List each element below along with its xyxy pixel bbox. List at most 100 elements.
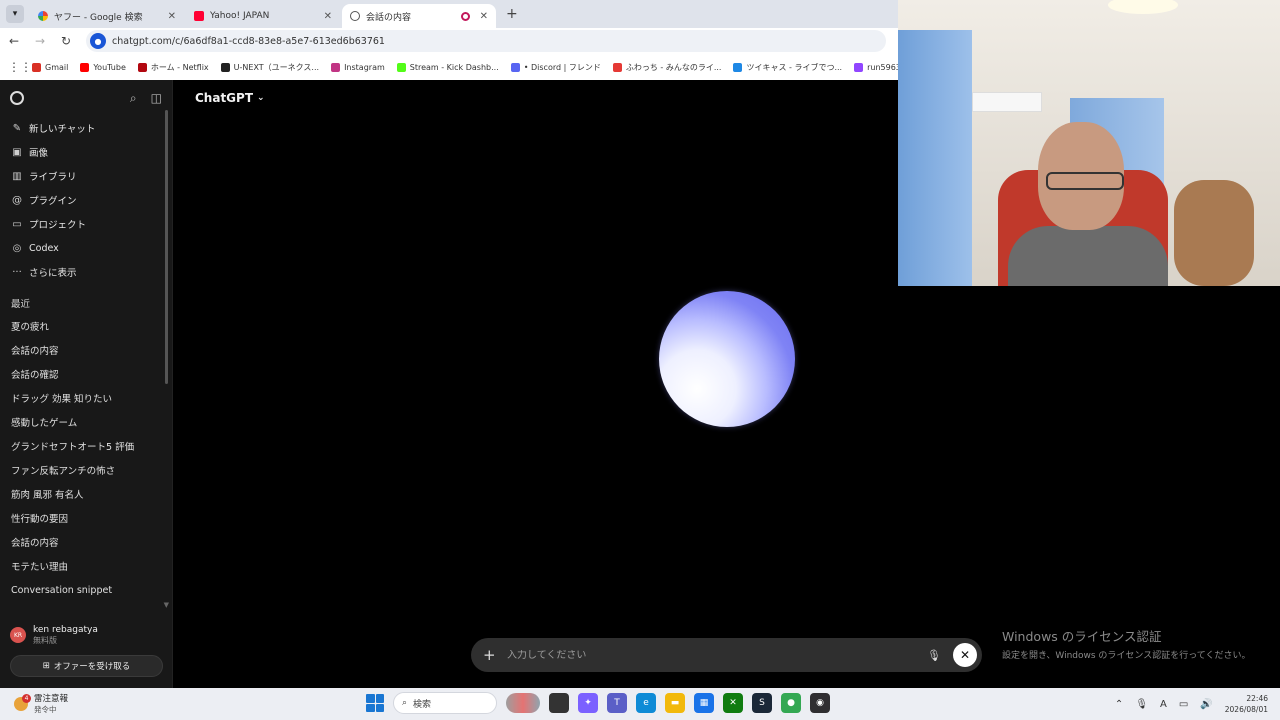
input-mode-indicator[interactable]: A bbox=[1160, 699, 1167, 710]
weather-widget[interactable]: 4 雷注意報 発令中 bbox=[14, 692, 68, 715]
reload-icon[interactable]: ↻ bbox=[60, 34, 72, 48]
explorer-icon[interactable]: ▬ bbox=[665, 693, 685, 713]
nav-icon: ✎ bbox=[12, 122, 22, 134]
chat-history-item[interactable]: 会話の確認 bbox=[0, 362, 172, 386]
bookmark-item[interactable]: ふわっち - みんなのライ... bbox=[612, 62, 721, 73]
widgets-icon[interactable] bbox=[506, 693, 540, 713]
sidebar-nav-item[interactable]: ◎ Codex bbox=[0, 236, 172, 260]
sidebar-toggle-icon[interactable]: ◫ bbox=[151, 91, 162, 106]
model-selector[interactable]: ChatGPT ⌄ bbox=[195, 91, 265, 105]
taskbar-search[interactable]: ⌕ 検索 bbox=[393, 692, 497, 714]
chevron-up-icon[interactable]: ⌃ bbox=[1115, 699, 1123, 710]
tab-google-search[interactable]: ヤフー - Google 検索 ✕ bbox=[30, 4, 184, 28]
bookmark-item[interactable]: Instagram bbox=[331, 62, 385, 72]
bookmark-favicon-icon bbox=[137, 62, 147, 72]
tab-title: 会話の内容 bbox=[366, 12, 412, 23]
forward-icon[interactable]: → bbox=[34, 34, 46, 48]
obs-icon[interactable]: ◉ bbox=[810, 693, 830, 713]
bookmark-favicon-icon bbox=[612, 62, 622, 72]
steam-icon[interactable]: S bbox=[752, 693, 772, 713]
nav-label: Codex bbox=[29, 242, 59, 254]
gift-icon: ⊞ bbox=[42, 661, 50, 671]
microphone-active-icon[interactable]: ● bbox=[90, 33, 106, 49]
chat-history-item[interactable]: 性行動の要因 bbox=[0, 506, 172, 530]
voice-mode-orb bbox=[659, 291, 795, 427]
apps-grid-icon[interactable]: ⋮⋮ bbox=[8, 60, 32, 74]
account-plan: 無料版 bbox=[33, 635, 57, 645]
sidebar-nav-item[interactable]: ▥ ライブラリ bbox=[0, 164, 172, 188]
bookmark-label: Gmail bbox=[45, 62, 69, 72]
sidebar-scrollbar[interactable] bbox=[165, 110, 168, 384]
bookmark-favicon-icon bbox=[854, 62, 864, 72]
close-tab-icon[interactable]: ✕ bbox=[324, 11, 332, 22]
tab-title: Yahoo! JAPAN bbox=[210, 11, 270, 21]
openai-logo-icon[interactable] bbox=[10, 91, 24, 105]
message-input[interactable] bbox=[507, 649, 928, 661]
bookmark-item[interactable]: • Discord | フレンド bbox=[510, 62, 601, 73]
sidebar-nav-item[interactable]: ··· さらに表示 bbox=[0, 260, 172, 284]
chat-history-item[interactable]: ドラッグ 効果 知りたい bbox=[0, 386, 172, 410]
bookmark-item[interactable]: Gmail bbox=[32, 62, 69, 72]
claim-offer-button[interactable]: ⊞ オファーを受け取る bbox=[10, 655, 163, 677]
chat-history-item[interactable]: Conversation snippet bbox=[0, 578, 172, 602]
search-icon[interactable]: ⌕ bbox=[130, 91, 137, 106]
chat-history-item[interactable]: 会話の内容 bbox=[0, 338, 172, 362]
nav-label: ライブラリ bbox=[29, 172, 77, 183]
bookmark-label: run5963ken - Twitch bbox=[867, 62, 898, 72]
tab-yahoo-japan[interactable]: Yahoo! JAPAN ✕ bbox=[186, 4, 340, 28]
bookmark-item[interactable]: U-NEXT（ユーネクス... bbox=[220, 62, 319, 73]
bookmark-item[interactable]: Stream - Kick Dashb... bbox=[396, 62, 499, 72]
xbox-icon[interactable]: ✕ bbox=[723, 693, 743, 713]
task-view-icon[interactable] bbox=[549, 693, 569, 713]
tab-chatgpt-conversation[interactable]: 会話の内容 ✕ bbox=[342, 4, 496, 28]
volume-icon[interactable]: 🔊 bbox=[1200, 699, 1212, 710]
sidebar-nav-item[interactable]: ▭ プロジェクト bbox=[0, 212, 172, 236]
sidebar-nav-item[interactable]: @ プラグイン bbox=[0, 188, 172, 212]
close-tab-icon[interactable]: ✕ bbox=[480, 11, 488, 22]
message-composer: + 🎙 ✕ bbox=[471, 638, 982, 672]
teams-icon[interactable]: T bbox=[607, 693, 627, 713]
chat-history-item[interactable]: ファン反転アンチの怖さ bbox=[0, 458, 172, 482]
chrome-icon[interactable]: ● bbox=[781, 693, 801, 713]
add-attachment-icon[interactable]: + bbox=[483, 646, 499, 664]
bookmark-item[interactable]: run5963ken - Twitch bbox=[854, 62, 898, 72]
chat-history-item[interactable]: 会話の内容 bbox=[0, 530, 172, 554]
ceiling-light bbox=[1108, 0, 1178, 14]
person-body bbox=[1008, 226, 1168, 286]
chat-history-item[interactable]: 夏の疲れ bbox=[0, 314, 172, 338]
clock[interactable]: 22:46 2026/08/01 bbox=[1225, 693, 1268, 715]
bookmark-item[interactable]: ツイキャス - ライブでつ... bbox=[733, 62, 842, 73]
scroll-down-icon[interactable]: ▼ bbox=[164, 601, 169, 609]
microphone-icon[interactable]: 🎙 bbox=[1135, 699, 1148, 710]
new-tab-button[interactable]: + bbox=[506, 6, 518, 22]
weather-line1: 雷注意報 bbox=[34, 694, 69, 704]
clock-time: 22:46 bbox=[1246, 694, 1268, 703]
display-icon[interactable]: ▭ bbox=[1179, 699, 1188, 710]
omnibox[interactable]: ● chatgpt.com/c/6a6df8a1-ccd8-83e8-a5e7-… bbox=[86, 30, 886, 52]
search-icon: ⌕ bbox=[402, 698, 408, 708]
bookmark-item[interactable]: ホーム - Netflix bbox=[137, 62, 209, 73]
end-voice-button[interactable]: ✕ bbox=[953, 643, 977, 667]
url-text[interactable]: chatgpt.com/c/6a6df8a1-ccd8-83e8-a5e7-61… bbox=[112, 36, 385, 47]
account-name: ken rebagatya bbox=[33, 624, 98, 635]
recent-heading: 最近 bbox=[11, 299, 31, 310]
sidebar-nav-item[interactable]: ▣ 画像 bbox=[0, 140, 172, 164]
close-tab-icon[interactable]: ✕ bbox=[168, 11, 176, 22]
sidebar-nav-item[interactable]: ✎ 新しいチャット bbox=[0, 116, 172, 140]
chat-history-item[interactable]: 感動したゲーム bbox=[0, 410, 172, 434]
microphone-icon[interactable]: 🎙 bbox=[927, 649, 941, 662]
back-icon[interactable]: ← bbox=[8, 34, 20, 48]
chat-history-item[interactable]: グランドセフトオート5 評価 bbox=[0, 434, 172, 458]
edge-icon[interactable]: e bbox=[636, 693, 656, 713]
tab-search-chevron-icon[interactable]: ▾ bbox=[6, 5, 24, 23]
recording-indicator-icon bbox=[460, 11, 470, 21]
store-icon[interactable]: ▦ bbox=[694, 693, 714, 713]
copilot-icon[interactable]: ✦ bbox=[578, 693, 598, 713]
start-button[interactable] bbox=[366, 694, 384, 712]
tab-title: ヤフー - Google 検索 bbox=[54, 12, 143, 23]
account-menu[interactable]: KR ken rebagatya 無料版 bbox=[0, 620, 172, 650]
bookmark-item[interactable]: YouTube bbox=[80, 62, 126, 72]
chat-history-item[interactable]: モテたい理由 bbox=[0, 554, 172, 578]
chat-history-item[interactable]: 筋肉 風邪 有名人 bbox=[0, 482, 172, 506]
air-conditioner bbox=[972, 92, 1042, 112]
